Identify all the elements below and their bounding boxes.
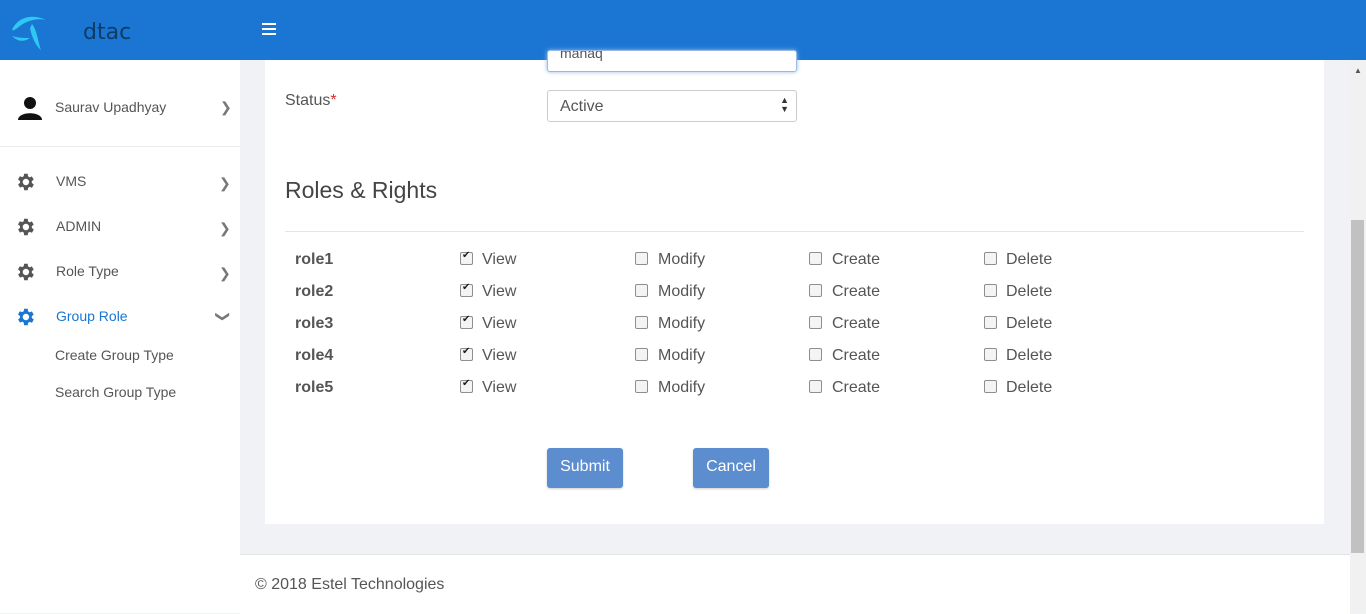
scroll-up-icon[interactable]: ▲	[1354, 66, 1362, 75]
sidebar: Saurav Upadhyay ❯ VMS ❯ ADMIN ❯ Role Typ…	[0, 60, 240, 613]
cancel-button[interactable]: Cancel	[693, 448, 769, 488]
footer-text: © 2018 Estel Technologies	[255, 576, 445, 593]
modify-checkbox[interactable]	[635, 284, 648, 297]
gear-icon	[18, 263, 34, 281]
delete-checkbox[interactable]	[984, 316, 997, 329]
create-label[interactable]: Create	[832, 347, 880, 365]
delete-checkbox[interactable]	[984, 348, 997, 361]
create-checkbox[interactable]	[809, 252, 822, 265]
delete-label[interactable]: Delete	[1006, 379, 1052, 397]
submit-button[interactable]: Submit	[547, 448, 623, 488]
create-label[interactable]: Create	[832, 315, 880, 333]
role-row: role5 View Modify Create Delete	[265, 378, 1324, 411]
sidebar-subitem-search-group-type[interactable]: Search Group Type	[55, 384, 176, 400]
delete-checkbox[interactable]	[984, 380, 997, 393]
modify-checkbox[interactable]	[635, 316, 648, 329]
role-row: role1 View Modify Create Delete	[265, 250, 1324, 283]
sidebar-item-label: ADMIN	[56, 218, 102, 234]
chevron-down-icon: ❯	[215, 310, 232, 323]
status-selected-value: Active	[560, 98, 604, 115]
modify-label[interactable]: Modify	[658, 347, 705, 365]
dtac-logo-icon	[12, 16, 46, 50]
create-label[interactable]: Create	[832, 379, 880, 397]
form-card: manaq Status* Active ▲ ▼ Roles & Rights r…	[265, 50, 1324, 524]
delete-label[interactable]: Delete	[1006, 347, 1052, 365]
chevron-right-icon: ❯	[220, 99, 232, 115]
scroll-thumb[interactable]	[1351, 220, 1364, 553]
required-mark: *	[330, 92, 337, 109]
role-name: role5	[295, 379, 334, 396]
create-label[interactable]: Create	[832, 283, 880, 301]
modify-label[interactable]: Modify	[658, 379, 705, 397]
user-icon	[18, 97, 42, 120]
chevron-right-icon: ❯	[219, 265, 231, 281]
user-profile[interactable]: Saurav Upadhyay ❯	[0, 60, 240, 147]
delete-label[interactable]: Delete	[1006, 283, 1052, 301]
delete-checkbox[interactable]	[984, 284, 997, 297]
view-checkbox[interactable]	[460, 346, 473, 361]
brand-name: dtac	[83, 20, 132, 45]
view-label[interactable]: View	[482, 347, 516, 365]
role-name: role1	[295, 251, 334, 268]
sidebar-item-group-role[interactable]: Group Role ❯	[0, 296, 240, 336]
delete-label[interactable]: Delete	[1006, 251, 1052, 269]
sidebar-subitem-create-group-type[interactable]: Create Group Type	[55, 347, 174, 363]
view-checkbox[interactable]	[460, 314, 473, 329]
main-content: manaq Status* Active ▲ ▼ Roles & Rights r…	[240, 50, 1350, 614]
chevron-right-icon: ❯	[219, 220, 231, 236]
footer: © 2018 Estel Technologies	[240, 554, 1350, 614]
gear-icon	[18, 173, 34, 191]
chevron-right-icon: ❯	[219, 175, 231, 191]
role-row: role3 View Modify Create Delete	[265, 314, 1324, 347]
delete-label[interactable]: Delete	[1006, 315, 1052, 333]
section-title: Roles & Rights	[285, 177, 438, 203]
view-checkbox[interactable]	[460, 282, 473, 297]
modify-label[interactable]: Modify	[658, 283, 705, 301]
create-checkbox[interactable]	[809, 284, 822, 297]
modify-checkbox[interactable]	[635, 252, 648, 265]
gear-icon	[18, 218, 34, 236]
sidebar-item-label: Role Type	[56, 263, 119, 279]
view-label[interactable]: View	[482, 283, 516, 301]
create-label[interactable]: Create	[832, 251, 880, 269]
role-name: role4	[295, 347, 334, 364]
sidebar-item-role-type[interactable]: Role Type ❯	[0, 251, 240, 291]
view-checkbox[interactable]	[460, 250, 473, 265]
create-checkbox[interactable]	[809, 348, 822, 361]
sidebar-item-vms[interactable]: VMS ❯	[0, 161, 240, 201]
sidebar-item-label: VMS	[56, 173, 87, 189]
hamburger-menu-icon[interactable]	[262, 23, 276, 35]
view-label[interactable]: View	[482, 315, 516, 333]
status-select[interactable]: Active ▲ ▼	[547, 90, 797, 122]
user-name: Saurav Upadhyay	[55, 99, 167, 115]
view-label[interactable]: View	[482, 251, 516, 269]
delete-checkbox[interactable]	[984, 252, 997, 265]
modify-label[interactable]: Modify	[658, 315, 705, 333]
role-row: role2 View Modify Create Delete	[265, 282, 1324, 315]
scrollbar[interactable]: ▲	[1350, 60, 1366, 613]
modify-label[interactable]: Modify	[658, 251, 705, 269]
sidebar-item-label: Group Role	[56, 308, 128, 324]
view-checkbox[interactable]	[460, 378, 473, 393]
role-name: role2	[295, 283, 334, 300]
select-arrows-icon: ▲ ▼	[780, 95, 789, 114]
view-label[interactable]: View	[482, 379, 516, 397]
role-row: role4 View Modify Create Delete	[265, 346, 1324, 379]
create-checkbox[interactable]	[809, 380, 822, 393]
divider	[285, 231, 1304, 232]
create-checkbox[interactable]	[809, 316, 822, 329]
input-value: manaq	[560, 50, 603, 61]
modify-checkbox[interactable]	[635, 348, 648, 361]
modify-checkbox[interactable]	[635, 380, 648, 393]
role-name: role3	[295, 315, 334, 332]
group-name-input[interactable]: manaq	[547, 50, 797, 72]
sidebar-item-admin[interactable]: ADMIN ❯	[0, 206, 240, 246]
status-label: Status*	[285, 92, 337, 109]
gear-icon	[18, 308, 34, 326]
